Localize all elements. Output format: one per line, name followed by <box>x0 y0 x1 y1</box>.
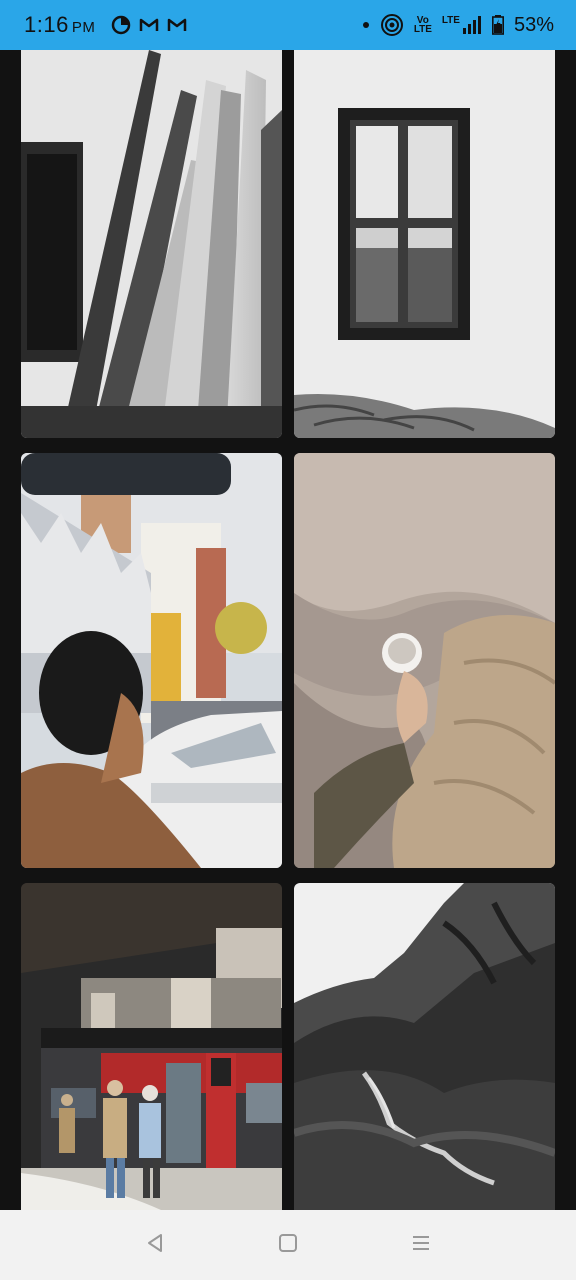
clock: 1:16 PM <box>24 12 96 37</box>
volte-label: Vo LTE <box>413 15 432 35</box>
navigation-bar <box>0 1210 576 1280</box>
photo-tile-street[interactable] <box>21 453 282 868</box>
home-icon <box>277 1232 299 1259</box>
photo-tile-mountain[interactable] <box>294 883 555 1210</box>
home-button[interactable] <box>266 1223 310 1267</box>
data-saver-icon <box>111 15 131 35</box>
signal-icon: LTE <box>442 16 482 34</box>
recents-menu-icon <box>410 1232 432 1259</box>
photo-tile-window[interactable] <box>294 50 555 438</box>
photo-tile-train-station[interactable] <box>21 883 282 1210</box>
recents-button[interactable] <box>399 1223 443 1267</box>
hotspot-icon <box>380 13 404 37</box>
gmail-icon <box>167 15 187 35</box>
gmail-icon <box>139 15 159 35</box>
battery-percent: 53% <box>513 13 554 36</box>
back-icon <box>144 1232 166 1259</box>
status-bar: 1:16 PM Vo LTE LTE 53% <box>0 0 576 50</box>
battery-icon <box>491 15 504 35</box>
back-button[interactable] <box>133 1223 177 1267</box>
dot-indicator <box>362 21 370 29</box>
photo-tile-bed[interactable] <box>294 453 555 868</box>
photo-tile-surfboards[interactable] <box>21 50 282 438</box>
